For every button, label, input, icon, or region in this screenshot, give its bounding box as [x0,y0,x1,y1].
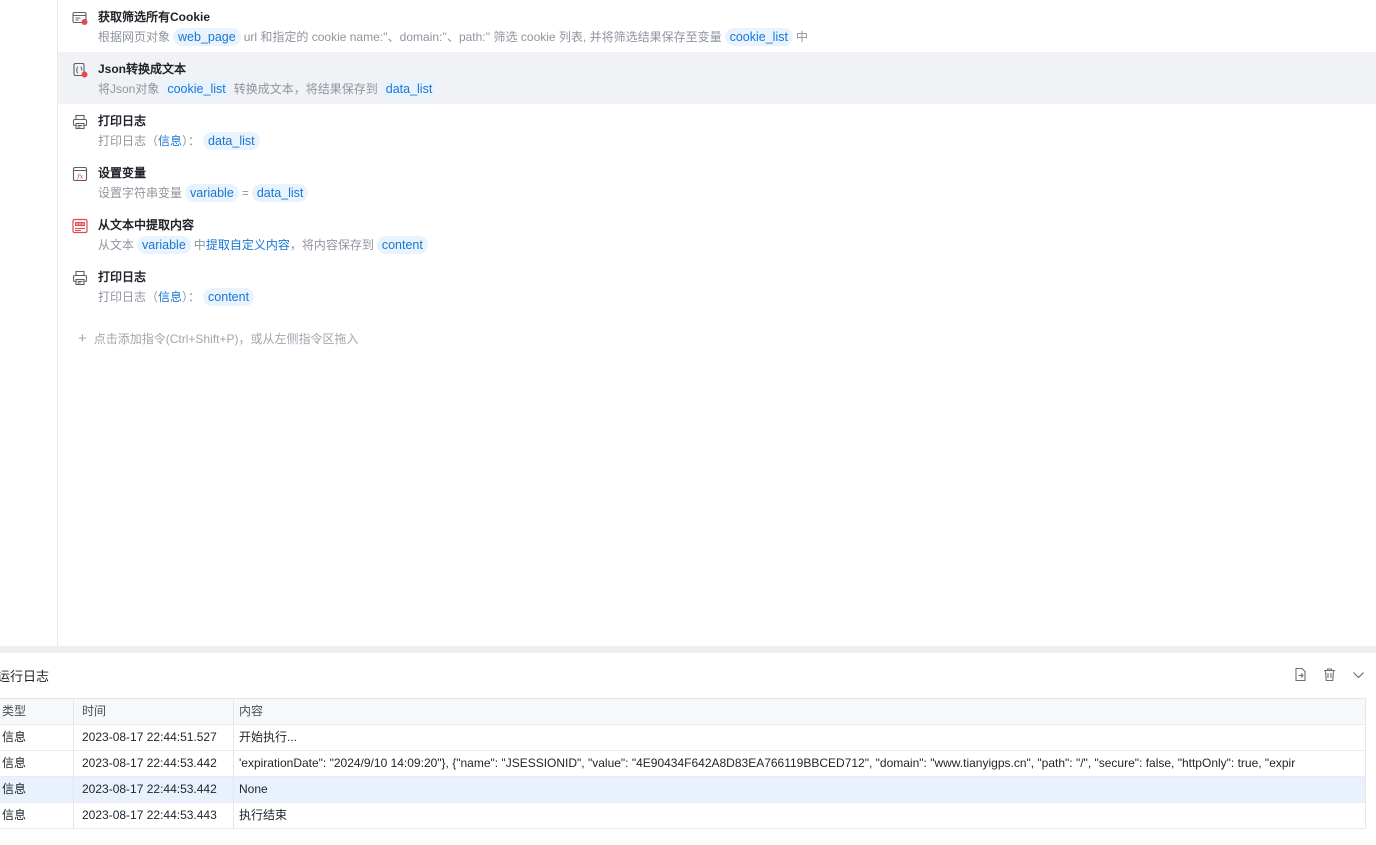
log-content-cell: None [239,782,268,796]
log-type-cell: 信息 [0,803,74,828]
svg-text:fx: fx [76,172,83,180]
flow-step[interactable]: 获取筛选所有Cookie 根据网页对象 web_page url 和指定的 cooki… [58,0,1376,52]
log-time-cell: 2023-08-17 22:44:51.527 [74,725,234,750]
add-hint-text: 点击添加指令(Ctrl+Shift+P)，或从左侧指令区拖入 [93,332,359,346]
log-time-cell: 2023-08-17 22:44:53.442 [74,751,234,776]
log-type-cell: 信息 [0,751,74,776]
description-text: ）： [182,290,201,304]
plus-icon: + [78,330,87,347]
description-text: 根据网页对象 [98,30,171,44]
log-toolbar [1293,667,1366,685]
log-panel-title: 运行日志 [0,669,50,684]
step-title: 打印日志 [98,114,147,128]
step-description: 打印日志（ 信息）： data_list [98,132,263,150]
param-link[interactable]: 信息 [158,132,182,150]
description-text: 从文本 [98,238,135,252]
set-variable-icon: fx [72,166,88,182]
log-type-cell: 信息 [0,725,74,750]
description-text: 打印日志（ [98,290,159,304]
param-link[interactable]: 提取自定义内容 [206,236,290,254]
left-gutter [0,0,58,646]
variable-chip[interactable]: data_list [203,132,260,150]
description-text: ，将内容保存到 [289,238,374,252]
variable-chip[interactable]: data_list [251,184,309,202]
export-log-icon[interactable] [1293,667,1308,682]
flow-step[interactable]: 打印日志打印日志（ 信息）： data_list [58,104,1376,156]
step-title: 设置变量 [98,166,147,180]
log-content-cell: 'expirationDate": "2024/9/10 14:09:20"},… [239,756,1296,770]
variable-chip[interactable]: web_page [173,28,241,46]
log-row[interactable]: 信息 2023-08-17 22:44:53.443 执行结束 [0,803,1365,829]
flow-step[interactable]: fx 设置变量设置字符串变量 variable = data_list [58,156,1376,208]
description-text: ）： [182,134,201,148]
flow-step[interactable]: 从文本中提取内容 从文本 variable 中提取自定义内容 ，将内容保存到 conten… [58,208,1376,260]
variable-chip[interactable]: data_list [380,80,438,98]
description-text: 转换成文本，将结果保存到 [233,82,378,96]
log-type-cell: 信息 [0,777,74,802]
step-description: 将Json对象 cookie_list 转换成文本，将结果保存到 data_list [98,80,440,98]
log-content-cell: 执行结束 [239,808,288,822]
delete-log-icon[interactable] [1322,667,1337,682]
variable-chip[interactable]: content [203,288,255,306]
log-table: 类型 时间 内容 信息 2023-08-17 22:44:51.527 开始执行..… [0,698,1366,829]
step-description: 根据网页对象 web_page url 和指定的 cookie name:''、do… [98,28,808,46]
log-row[interactable]: 信息 2023-08-17 22:44:51.527 开始执行... [0,725,1365,751]
run-log-panel: 运行日志 类型 时间 内容 信息 2023-08-17 22:44:51.527 开… [0,653,1376,845]
column-header-type[interactable]: 类型 [0,699,74,724]
description-text: 打印日志（ [98,134,159,148]
extract-text-icon [72,218,88,234]
log-row[interactable]: 信息 2023-08-17 22:44:53.442 'expirationDate… [0,751,1365,777]
variable-chip[interactable]: variable [137,236,191,254]
log-table-header: 类型 时间 内容 [0,699,1365,725]
variable-chip[interactable]: content [376,236,428,254]
flow-editor: 获取筛选所有Cookie 根据网页对象 web_page url 和指定的 cooki… [58,0,1376,646]
step-title: Json转换成文本 [98,62,187,76]
description-text: url 和指定的 cookie name:''、domain:''、path:'… [243,30,722,44]
flow-step[interactable]: 打印日志打印日志（ 信息）： content [58,260,1376,312]
description-text: 将Json对象 [98,82,160,96]
json-convert-icon [72,62,88,78]
print-log-icon [72,114,88,130]
cookie-filter-icon [72,10,88,26]
log-row[interactable]: 信息 2023-08-17 22:44:53.442 None [0,777,1365,803]
step-title: 从文本中提取内容 [98,218,195,232]
step-title: 打印日志 [98,270,147,284]
add-instruction-hint[interactable]: + 点击添加指令(Ctrl+Shift+P)，或从左侧指令区拖入 [78,331,358,347]
description-text: 中 [193,238,206,252]
log-content-cell: 开始执行... [239,730,298,744]
print-log-icon [72,270,88,286]
description-text: 设置字符串变量 [98,186,183,200]
description-text: = [241,186,249,200]
param-link[interactable]: 信息 [158,288,182,306]
description-text: 中 [795,30,808,44]
step-description: 从文本 variable 中提取自定义内容 ，将内容保存到 content [98,236,431,254]
app-root: 获取筛选所有Cookie 根据网页对象 web_page url 和指定的 cooki… [0,0,1376,845]
variable-chip[interactable]: cookie_list [162,80,231,98]
column-header-time[interactable]: 时间 [74,699,234,724]
panel-splitter[interactable] [0,646,1376,653]
step-description: 设置字符串变量 variable = data_list [98,184,311,202]
flow-step[interactable]: Json转换成文本 将Json对象 cookie_list 转换成文本，将结果保存到 d… [58,52,1376,104]
step-description: 打印日志（ 信息）： content [98,288,257,306]
step-title: 获取筛选所有Cookie [98,10,211,24]
collapse-chevron-icon[interactable] [1351,667,1366,682]
column-header-content[interactable]: 内容 [234,699,1365,724]
log-time-cell: 2023-08-17 22:44:53.443 [74,803,234,828]
log-time-cell: 2023-08-17 22:44:53.442 [74,777,234,802]
variable-chip[interactable]: cookie_list [724,28,793,46]
variable-chip[interactable]: variable [185,184,239,202]
